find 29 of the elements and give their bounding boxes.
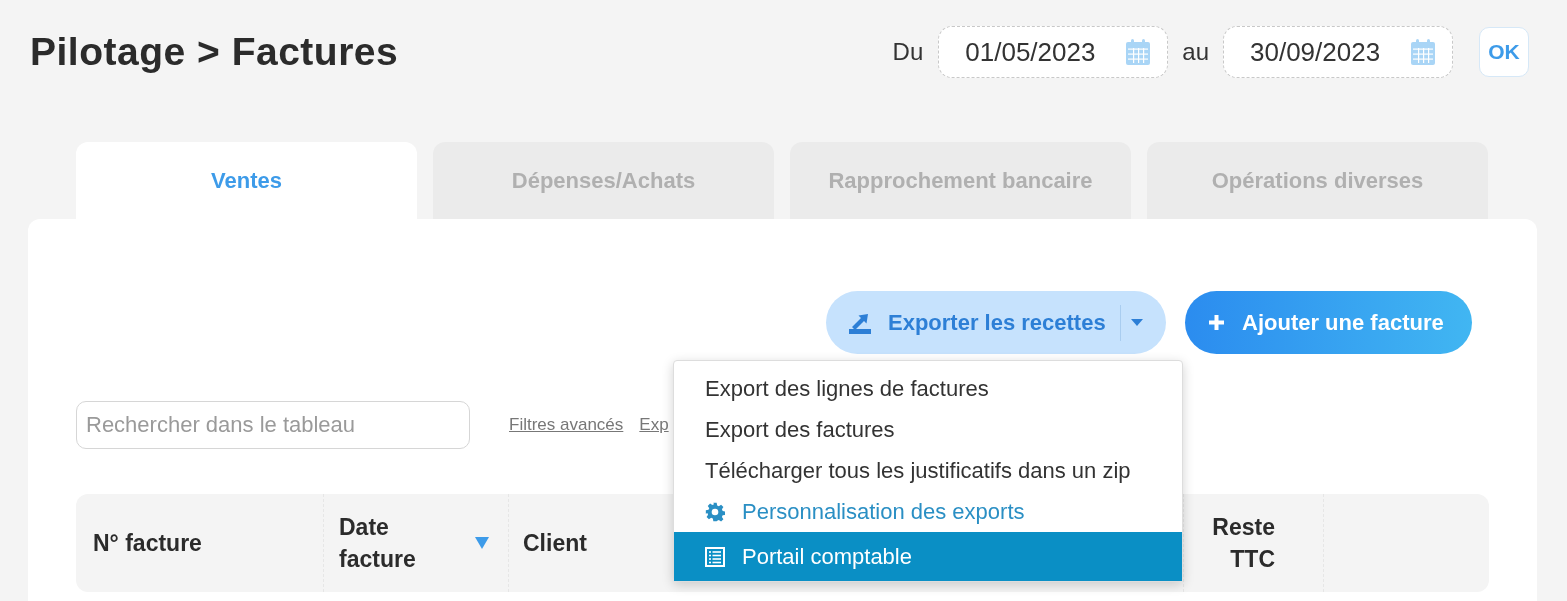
page-title: Pilotage > Factures xyxy=(30,30,399,74)
ok-button[interactable]: OK xyxy=(1479,27,1529,77)
calendar-icon[interactable] xyxy=(1411,39,1435,65)
menu-item[interactable]: Export des lignes de factures xyxy=(674,368,1182,409)
menu-item[interactable]: Export des factures xyxy=(674,409,1182,450)
column-header[interactable]: Date facture xyxy=(339,511,449,575)
list-icon xyxy=(705,546,725,567)
plus-icon xyxy=(1209,315,1224,330)
date-field[interactable]: 01/05/2023 xyxy=(938,26,1169,78)
gear-icon xyxy=(705,501,725,522)
text-link[interactable]: Exp xyxy=(639,415,669,435)
calendar-icon[interactable] xyxy=(1126,39,1151,65)
export-icon xyxy=(849,311,871,334)
column-header[interactable]: Client xyxy=(523,527,587,559)
column-header[interactable]: Reste TTC xyxy=(1199,511,1275,575)
date-label: Du xyxy=(892,38,924,66)
search-field[interactable]: Rechercher dans le tableau xyxy=(76,401,470,449)
menu-item[interactable]: Personnalisation des exports xyxy=(674,491,1182,532)
column-header[interactable]: N° facture xyxy=(93,527,202,559)
tab[interactable]: Ventes xyxy=(76,142,417,219)
date-field[interactable]: 30/09/2023 xyxy=(1223,26,1453,78)
date-label: au xyxy=(1182,38,1209,66)
menu-item[interactable]: Portail comptable xyxy=(674,532,1182,581)
menu-item[interactable]: Télécharger tous les justificatifs dans un zip xyxy=(674,450,1182,491)
sort-icon[interactable] xyxy=(475,537,489,549)
export-button[interactable]: Exporter les recettes xyxy=(826,291,1166,354)
add-invoice-button[interactable]: Ajouter une facture xyxy=(1185,291,1472,354)
caret-icon[interactable] xyxy=(1131,319,1143,326)
text-link[interactable]: Filtres avancés xyxy=(509,415,624,435)
